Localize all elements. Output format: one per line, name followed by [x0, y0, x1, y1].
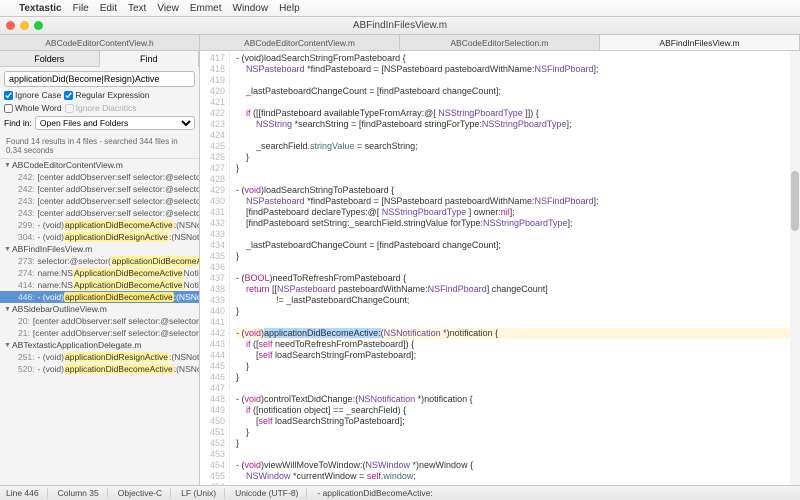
status-column[interactable]: Column 35: [58, 488, 108, 498]
minimize-icon[interactable]: [20, 21, 29, 30]
disclosure-icon: ▼: [4, 162, 12, 169]
statusbar: Line 446 Column 35 Objective-C LF (Unix)…: [0, 485, 800, 500]
window-title: ABFindInFilesView.m: [353, 20, 447, 31]
menu-window[interactable]: Window: [233, 3, 269, 14]
result-line[interactable]: 242:[center addObserver:self selector:@s…: [0, 171, 199, 183]
menu-view[interactable]: View: [157, 3, 179, 14]
code-editor[interactable]: 4174184194204214224234244254264274284294…: [200, 51, 800, 485]
result-line[interactable]: 20:[center addObserver:self selector:@se…: [0, 315, 199, 327]
editor-tab[interactable]: ABCodeEditorSelection.m: [400, 35, 600, 50]
editor-tab[interactable]: ABCodeEditorContentView.h: [0, 35, 200, 50]
scrollbar-thumb[interactable]: [791, 171, 799, 231]
menu-emmet[interactable]: Emmet: [190, 3, 222, 14]
search-summary: Found 14 results in 4 files - searched 3…: [0, 134, 199, 159]
status-lineending[interactable]: LF (Unix): [181, 488, 225, 498]
result-line[interactable]: 274:name:NSApplicationDidBecomeActiveNot…: [0, 267, 199, 279]
system-menubar: Textastic File Edit Text View Emmet Wind…: [0, 0, 800, 17]
status-language[interactable]: Objective-C: [118, 488, 171, 498]
ignore-case-checkbox[interactable]: Ignore Case: [4, 90, 61, 100]
close-icon[interactable]: [6, 21, 15, 30]
app-name[interactable]: Textastic: [19, 3, 62, 14]
sidebar-tab-folders[interactable]: Folders: [0, 51, 100, 67]
status-line[interactable]: Line 446: [6, 488, 48, 498]
search-results: ▼ABCodeEditorContentView.m242:[center ad…: [0, 159, 199, 485]
sidebar: Folders Find Ignore Case Regular Express…: [0, 51, 200, 485]
menu-edit[interactable]: Edit: [100, 3, 117, 14]
result-file-header[interactable]: ▼ABFindInFilesView.m: [0, 243, 199, 255]
result-line[interactable]: 299:- (void)applicationDidBecomeActive:(…: [0, 219, 199, 231]
result-line[interactable]: 273:selector:@selector(applicationDidBec…: [0, 255, 199, 267]
result-line[interactable]: 242:[center addObserver:self selector:@s…: [0, 183, 199, 195]
disclosure-icon: ▼: [4, 246, 12, 253]
code-area[interactable]: - (void)loadSearchStringFromPasteboard {…: [230, 51, 800, 485]
findin-select[interactable]: Open Files and Folders: [35, 116, 195, 130]
window-controls: [6, 21, 43, 30]
editor-tab[interactable]: ABCodeEditorContentView.m: [200, 35, 400, 50]
whole-word-checkbox[interactable]: Whole Word: [4, 103, 62, 113]
findin-label: Find in:: [4, 118, 32, 128]
disclosure-icon: ▼: [4, 306, 12, 313]
result-line[interactable]: 304:- (void)applicationDidResignActive:(…: [0, 231, 199, 243]
menu-help[interactable]: Help: [279, 3, 300, 14]
result-line[interactable]: 414:name:NSApplicationDidBecomeActiveNot…: [0, 279, 199, 291]
editor-tabbar: ABCodeEditorContentView.hABCodeEditorCon…: [0, 35, 800, 51]
search-input[interactable]: [4, 71, 195, 87]
status-symbol[interactable]: - applicationDidBecomeActive:: [317, 488, 432, 498]
scrollbar[interactable]: [790, 51, 800, 485]
result-line[interactable]: 446:- (void)applicationDidBecomeActive:(…: [0, 291, 199, 303]
status-encoding[interactable]: Unicode (UTF-8): [235, 488, 307, 498]
result-line[interactable]: 21:[center addObserver:self selector:@se…: [0, 327, 199, 339]
result-line[interactable]: 251:- (void)applicationDidResignActive:(…: [0, 351, 199, 363]
sidebar-tab-find[interactable]: Find: [100, 51, 200, 67]
result-file-header[interactable]: ▼ABCodeEditorContentView.m: [0, 159, 199, 171]
result-line[interactable]: 520:- (void)applicationDidBecomeActive:(…: [0, 363, 199, 375]
result-line[interactable]: 243:[center addObserver:self selector:@s…: [0, 207, 199, 219]
regex-checkbox[interactable]: Regular Expression: [64, 90, 149, 100]
menu-text[interactable]: Text: [128, 3, 146, 14]
result-file-header[interactable]: ▼ABSidebarOutlineView.m: [0, 303, 199, 315]
result-line[interactable]: 243:[center addObserver:self selector:@s…: [0, 195, 199, 207]
zoom-icon[interactable]: [34, 21, 43, 30]
window-titlebar: ABFindInFilesView.m: [0, 17, 800, 35]
result-file-header[interactable]: ▼ABTextasticApplicationDelegate.m: [0, 339, 199, 351]
line-gutter: 4174184194204214224234244254264274284294…: [200, 51, 230, 485]
disclosure-icon: ▼: [4, 342, 12, 349]
ignore-diacritics-checkbox: Ignore Diacritics: [65, 103, 137, 113]
menu-file[interactable]: File: [73, 3, 89, 14]
editor-tab[interactable]: ABFindInFilesView.m: [600, 35, 800, 50]
